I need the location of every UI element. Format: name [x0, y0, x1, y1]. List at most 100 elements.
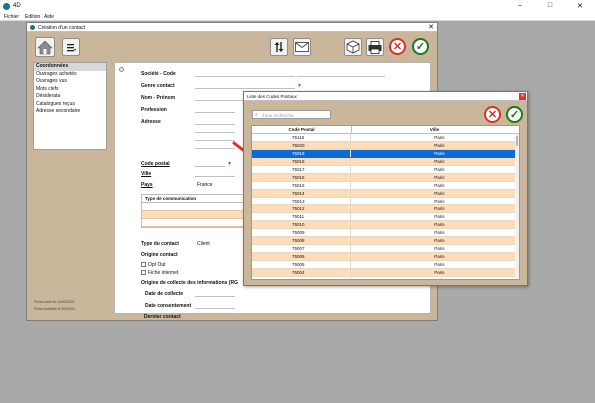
cell-code-postal: 75018 — [252, 157, 352, 165]
validate-button[interactable]: ✓ — [412, 38, 429, 55]
code-postal-field[interactable] — [195, 166, 225, 167]
communication-row[interactable] — [142, 211, 244, 219]
validate-button[interactable]: ✓ — [506, 106, 523, 123]
close-icon[interactable]: ✕ — [575, 2, 585, 10]
status-indicator[interactable] — [119, 67, 124, 72]
menu-bar: Fichier Edition Aide — [0, 13, 595, 21]
cell-code-postal: 75011 — [252, 213, 352, 221]
menu-aide[interactable]: Aide — [44, 14, 54, 20]
list-scrollbar[interactable] — [515, 134, 519, 279]
sidebar-item-coordonnees[interactable]: Coordonnées — [34, 63, 106, 71]
profession-field[interactable] — [195, 112, 235, 113]
menu-fichier[interactable]: Fichier — [4, 14, 19, 20]
sidebar-item-adresse-secondaire[interactable]: Adresse secondaire — [34, 108, 106, 116]
sidebar-item-mots-clefs[interactable]: Mots clefs — [34, 86, 106, 94]
communication-row[interactable] — [142, 219, 244, 227]
search-input[interactable]: ⌕ Zone recherche — [252, 110, 331, 119]
table-row[interactable]: 75004 Paris — [252, 268, 519, 277]
sidebar-item-ouvrages-vus[interactable]: Ouvrages vus — [34, 78, 106, 86]
app-logo-icon — [3, 3, 10, 10]
maximize-icon[interactable]: □ — [545, 2, 555, 9]
adresse-line-2[interactable] — [195, 132, 235, 133]
cancel-button[interactable]: ✕ — [484, 106, 501, 123]
list-header: Code Postal Ville — [252, 126, 519, 134]
postal-code-list: Code Postal Ville 75116 Paris 75020 Paris 75… — [251, 125, 520, 280]
cell-code-postal: 75007 — [252, 245, 352, 253]
table-row[interactable]: 75016 Paris — [252, 173, 519, 182]
close-icon[interactable]: ✕ — [428, 23, 434, 31]
cancel-icon: ✕ — [392, 41, 403, 53]
genre-dropdown-icon[interactable]: ▼ — [297, 83, 303, 89]
genre-field[interactable] — [195, 88, 295, 89]
table-row[interactable]: 75020 Paris — [252, 141, 519, 150]
table-row[interactable]: 75012 Paris — [252, 205, 519, 214]
cell-ville: Paris — [434, 198, 445, 204]
app-title: 4D — [13, 3, 21, 9]
close-icon[interactable]: ✕ — [519, 93, 526, 100]
table-row[interactable]: 75003Paris — [252, 276, 519, 279]
cell-ville: Paris — [434, 135, 445, 140]
postal-dialog-titlebar: Liste des Codes Postaux ✕ — [244, 92, 527, 101]
table-row[interactable]: 75014 Paris — [252, 189, 519, 198]
pays-value[interactable]: France — [197, 182, 213, 188]
table-row[interactable]: 75018 Paris — [252, 157, 519, 166]
date-consentement-field[interactable] — [195, 308, 235, 309]
adresse-line-1[interactable] — [195, 124, 235, 125]
code-field[interactable] — [297, 76, 385, 77]
ville-field[interactable] — [195, 176, 235, 177]
sidebar-item-catalogues[interactable]: Catalogues reçus — [34, 101, 106, 109]
adresse-line-3[interactable] — [195, 140, 235, 141]
menu-edition[interactable]: Edition — [25, 14, 40, 20]
cell-ville: Paris — [434, 230, 445, 236]
table-row[interactable]: 75013 Paris — [252, 197, 519, 206]
label-pays[interactable]: Pays — [141, 182, 153, 188]
table-row[interactable]: 75017 Paris — [252, 165, 519, 174]
label-ville[interactable]: Ville — [141, 171, 151, 177]
column-header-ville[interactable]: Ville — [352, 126, 517, 133]
opt-out-checkbox[interactable] — [141, 262, 146, 267]
table-row[interactable]: 75007 Paris — [252, 245, 519, 254]
societe-field[interactable] — [195, 76, 295, 77]
file-created-date: Fiche créée le 14/02/2022 — [34, 300, 75, 304]
communication-table: Type de communication — [141, 194, 245, 228]
package-button[interactable] — [344, 38, 362, 56]
postal-code-dialog: Liste des Codes Postaux ✕ ⌕ Zone recherc… — [243, 91, 528, 286]
cancel-button[interactable]: ✕ — [389, 38, 406, 55]
sidebar-item-ouvrages-achetes[interactable]: Ouvrages achetés — [34, 71, 106, 79]
cell-ville: Paris — [434, 150, 445, 156]
cell-code-postal: 75010 — [252, 221, 352, 229]
table-row[interactable]: 75008 Paris — [252, 237, 519, 246]
adresse-line-4[interactable] — [195, 148, 235, 149]
fiche-internet-checkbox[interactable] — [141, 270, 146, 275]
table-row[interactable]: 75005 Paris — [252, 261, 519, 269]
cell-code-postal: 75009 — [252, 229, 352, 237]
column-header-code[interactable]: Code Postal — [252, 126, 352, 133]
scrollbar-thumb[interactable] — [516, 136, 518, 146]
cell-ville: Paris — [434, 166, 445, 172]
table-row[interactable]: 75009 Paris — [252, 229, 519, 238]
type-contact-value[interactable]: Client — [197, 241, 210, 247]
sidebar-item-desiderata[interactable]: Désiderata — [34, 93, 106, 101]
date-collecte-field[interactable] — [195, 296, 235, 297]
table-row[interactable]: 75006 Paris — [252, 253, 519, 261]
print-button[interactable] — [366, 38, 384, 56]
sort-button[interactable] — [270, 38, 288, 56]
table-row[interactable]: 75010 Paris — [252, 221, 519, 230]
cell-code-postal: 75013 — [252, 197, 352, 205]
minimize-icon[interactable]: – — [515, 2, 525, 9]
cell-ville: Paris — [434, 222, 445, 228]
menu-list-button[interactable] — [62, 38, 80, 56]
validate-icon: ✓ — [415, 41, 426, 53]
cell-ville: Paris — [434, 158, 445, 164]
communication-row[interactable] — [142, 203, 244, 211]
contact-window-title: Création d'un contact — [38, 25, 86, 31]
label-code-postal[interactable]: Code postal — [141, 161, 170, 167]
cell-code-postal: 75003 — [252, 276, 352, 279]
dernier-contact-field[interactable] — [194, 319, 234, 320]
table-row[interactable]: 75015 Paris — [252, 181, 519, 190]
table-row[interactable]: 75011 Paris — [252, 213, 519, 222]
table-row[interactable]: 75116 Paris — [252, 134, 519, 142]
mail-button[interactable] — [293, 38, 311, 56]
home-button[interactable] — [35, 37, 55, 57]
table-row[interactable]: 75019 Paris — [252, 149, 519, 158]
